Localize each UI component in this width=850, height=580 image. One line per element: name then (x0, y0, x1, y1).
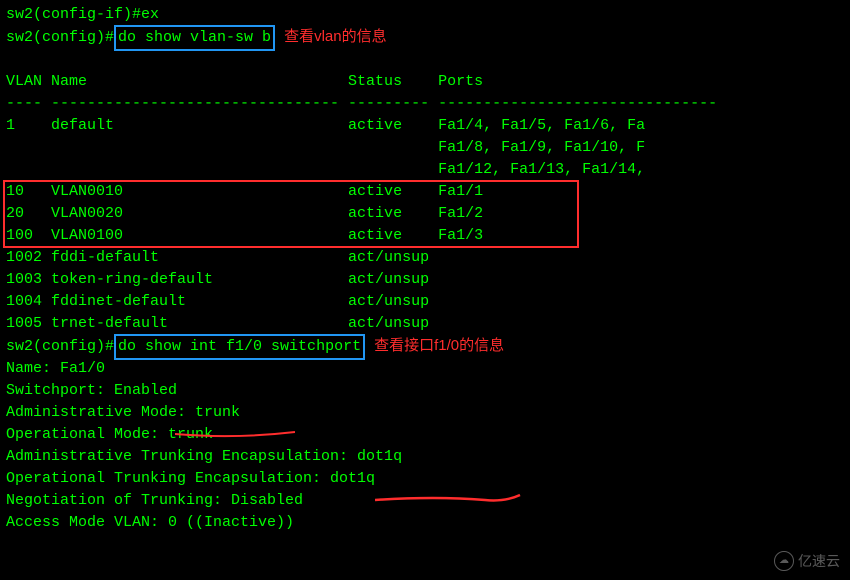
table-row: 1002 fddi-default act/unsup (6, 247, 844, 269)
underline-admin-mode (175, 430, 295, 440)
switchport-admin-trunk-encap: Administrative Trunking Encapsulation: d… (6, 446, 844, 468)
switchport-oper-trunk-encap: Operational Trunking Encapsulation: dot1… (6, 468, 844, 490)
table-row: Fa1/12, Fa1/13, Fa1/14, (6, 159, 844, 181)
prompt: sw2(config)# (6, 338, 114, 355)
terminal-line: sw2(config-if)#ex (6, 4, 844, 26)
table-row: Fa1/8, Fa1/9, Fa1/10, F (6, 137, 844, 159)
table-row: 1003 token-ring-default act/unsup (6, 269, 844, 291)
switchport-access-vlan: Access Mode VLAN: 0 ((Inactive)) (6, 512, 844, 534)
switchport-oper-mode: Operational Mode: trunk (6, 424, 844, 446)
terminal-line: sw2(config)#do show int f1/0 switchport … (6, 335, 844, 358)
table-row: 1 default active Fa1/4, Fa1/5, Fa1/6, Fa (6, 115, 844, 137)
terminal-line: sw2(config)#do show vlan-sw b 查看vlan的信息 (6, 26, 844, 49)
table-divider: ---- -------------------------------- --… (6, 93, 844, 115)
table-row: 1004 fddinet-default act/unsup (6, 291, 844, 313)
table-header: VLAN Name Status Ports (6, 71, 844, 93)
strike-dot1q (375, 490, 525, 510)
annotation-interface-info: 查看接口f1/0的信息 (374, 337, 504, 354)
watermark: ☁ 亿速云 (774, 550, 840, 572)
annotation-vlan-info: 查看vlan的信息 (284, 28, 387, 45)
prompt: sw2(config)# (6, 29, 114, 46)
table-row: 1005 trnet-default act/unsup (6, 313, 844, 335)
switchport-admin-mode: Administrative Mode: trunk (6, 402, 844, 424)
cloud-icon: ☁ (774, 551, 794, 571)
highlight-box-vlans (3, 180, 579, 248)
watermark-text: 亿速云 (798, 550, 840, 572)
switchport-enabled: Switchport: Enabled (6, 380, 844, 402)
switchport-name: Name: Fa1/0 (6, 358, 844, 380)
command-highlight-box: do show int f1/0 switchport (114, 334, 365, 360)
command-highlight-box: do show vlan-sw b (114, 25, 275, 51)
terminal-blank (6, 49, 844, 71)
